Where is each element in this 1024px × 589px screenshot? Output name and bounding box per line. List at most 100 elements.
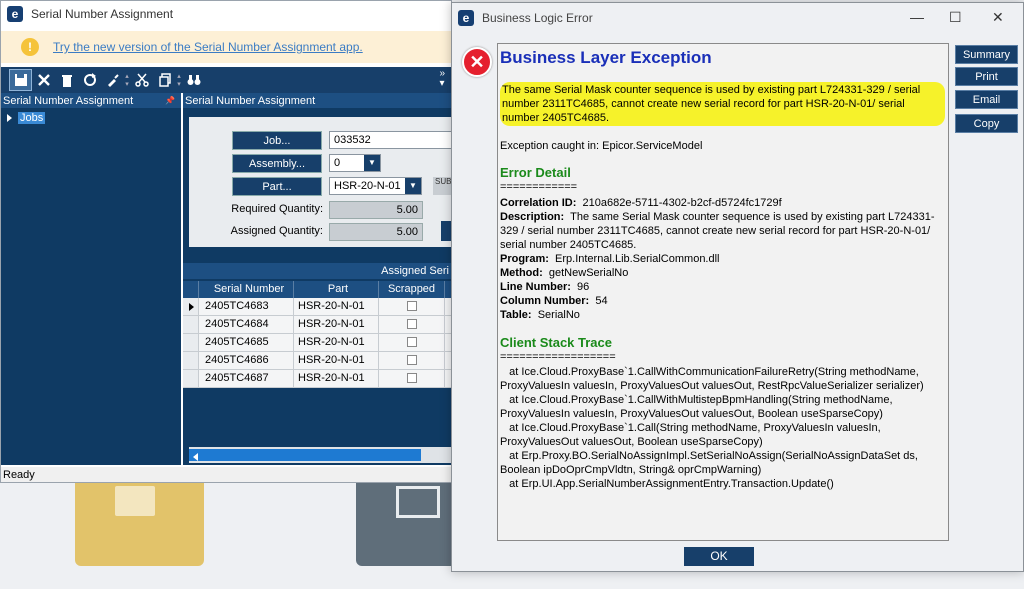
scrapped-cell [379,334,445,351]
scrapped-checkbox[interactable] [406,301,417,311]
error-detail-heading: Error Detail [500,165,571,180]
grid-header: Serial Number Part Scrapped [183,281,451,298]
part-dropdown[interactable]: HSR-20-N-01 ▼ [329,177,422,195]
assembly-button[interactable]: Assembly... [232,154,322,173]
scrapped-checkbox[interactable] [406,355,417,365]
assigned-quantity-value: 5.00 [329,223,423,241]
required-quantity-label: Required Quantity: [231,203,323,215]
pin-icon[interactable]: 📌 [165,96,175,105]
maximize-icon[interactable]: ☐ [949,9,962,26]
part-value: HSR-20-N-01 [334,180,401,192]
cut-icon[interactable] [130,69,153,91]
column-header-serial[interactable]: Serial Number [199,281,294,298]
error-detail-rule: ============ [500,181,578,193]
chevron-down-icon[interactable]: ▼ [405,178,421,194]
save-icon[interactable] [9,69,32,91]
scrapped-checkbox[interactable] [406,337,417,347]
scrapped-cell [379,352,445,369]
delete-icon[interactable] [32,69,55,91]
scrollbar-thumb[interactable] [189,449,421,461]
horizontal-scrollbar[interactable] [189,447,451,463]
refresh-icon[interactable] [78,69,101,91]
chevron-down-icon[interactable]: ▼ [364,155,380,171]
exception-heading: Business Layer Exception [500,48,712,67]
scrapped-checkbox[interactable] [406,319,417,329]
method-value: getNewSerialNo [548,267,629,279]
copy-icon[interactable] [153,69,176,91]
row-selector[interactable] [183,352,199,369]
detail-panel-header: Serial Number Assignment [183,93,451,108]
dialog-titlebar: e Business Logic Error [452,3,1023,33]
column-header-scrapped[interactable]: Scrapped [379,281,445,298]
scrapped-checkbox[interactable] [406,373,417,383]
tree-panel: Serial Number Assignment 📌 Jobs [1,93,181,465]
correlation-value: 210a682e-5711-4302-b2cf-d5724fc1729f [582,197,782,209]
print-button[interactable]: Print [955,67,1018,86]
table-row[interactable]: 2405TC4683 HSR-20-N-01 [183,298,451,316]
scroll-left-icon[interactable] [193,453,198,461]
line-number-label: Line Number: [500,281,571,293]
row-selector[interactable] [183,370,199,387]
correlation-label: Correlation ID: [500,197,577,209]
part-cell[interactable]: HSR-20-N-01 [294,334,379,351]
part-cell[interactable]: HSR-20-N-01 [294,316,379,333]
app-logo-icon: e [458,10,474,26]
minimize-icon[interactable]: — [910,9,924,25]
part-cell[interactable]: HSR-20-N-01 [294,298,379,315]
toolbar-overflow-icon[interactable]: » ▾ [439,69,445,89]
document-icon [115,486,155,516]
app-logo-icon: e [7,6,23,22]
serial-cell[interactable]: 2405TC4683 [199,298,294,315]
table-row[interactable]: 2405TC4687 HSR-20-N-01 [183,370,451,388]
serial-number-assignment-window: e Serial Number Assignment ! Try the new… [0,0,452,483]
copy-button[interactable]: Copy [955,114,1018,133]
serial-cell[interactable]: 2405TC4686 [199,352,294,369]
binoculars-icon[interactable] [182,69,205,91]
background-app-tile[interactable] [356,478,456,566]
part-button[interactable]: Part... [232,177,322,196]
job-form: Job... 033532 Assembly... 0 ▼ Part... HS… [189,117,451,247]
description-row: Description: The same Serial Mask counte… [500,210,946,252]
expand-arrow-icon[interactable] [7,114,12,122]
close-icon[interactable]: ✕ [992,9,1004,26]
column-header-part[interactable]: Part [294,281,379,298]
job-button[interactable]: Job... [232,131,322,150]
line-number-value: 96 [577,281,590,293]
serial-cell[interactable]: 2405TC4684 [199,316,294,333]
background-app-tile[interactable] [75,478,204,566]
scrapped-cell [379,316,445,333]
new-version-link[interactable]: Try the new version of the Serial Number… [53,40,363,54]
ok-button[interactable]: OK [684,547,754,566]
table-row[interactable]: 2405TC4684 HSR-20-N-01 [183,316,451,334]
table-row-detail: Table: SerialNo [500,308,946,322]
part-cell[interactable]: HSR-20-N-01 [294,352,379,369]
email-button[interactable]: Email [955,90,1018,109]
row-selector[interactable] [183,316,199,333]
row-selector[interactable] [183,334,199,351]
table-row[interactable]: 2405TC4686 HSR-20-N-01 [183,352,451,370]
form-icon [396,486,440,518]
scrapped-cell [379,298,445,315]
stack-trace: at Ice.Cloud.ProxyBase`1.CallWithCommuni… [500,366,924,490]
serial-cell[interactable]: 2405TC4685 [199,334,294,351]
tree-item-jobs[interactable]: Jobs [1,112,181,124]
serial-cell[interactable]: 2405TC4687 [199,370,294,387]
program-label: Program: [500,253,549,265]
part-cell[interactable]: HSR-20-N-01 [294,370,379,387]
required-quantity-value: 5.00 [329,201,423,219]
clear-icon[interactable] [101,69,124,91]
dialog-title: Business Logic Error [482,11,593,25]
stack-trace-rule: ================== [500,351,616,363]
job-field[interactable]: 033532 [329,131,451,149]
table-row[interactable]: 2405TC4685 HSR-20-N-01 [183,334,451,352]
assembly-dropdown[interactable]: 0 ▼ [329,154,381,172]
trash-icon[interactable] [55,69,78,91]
error-message: The same Serial Mask counter sequence is… [500,82,945,126]
stack-trace-heading: Client Stack Trace [500,335,612,350]
business-logic-error-dialog: e Business Logic Error — ☐ ✕ ✕ Business … [451,2,1024,572]
sub-tag: SUB [433,177,451,195]
summary-button[interactable]: Summary [955,45,1018,64]
line-number-row: Line Number: 96 [500,280,946,294]
row-selector[interactable] [183,298,199,315]
assigned-quantity-label: Assigned Quantity: [230,225,323,237]
